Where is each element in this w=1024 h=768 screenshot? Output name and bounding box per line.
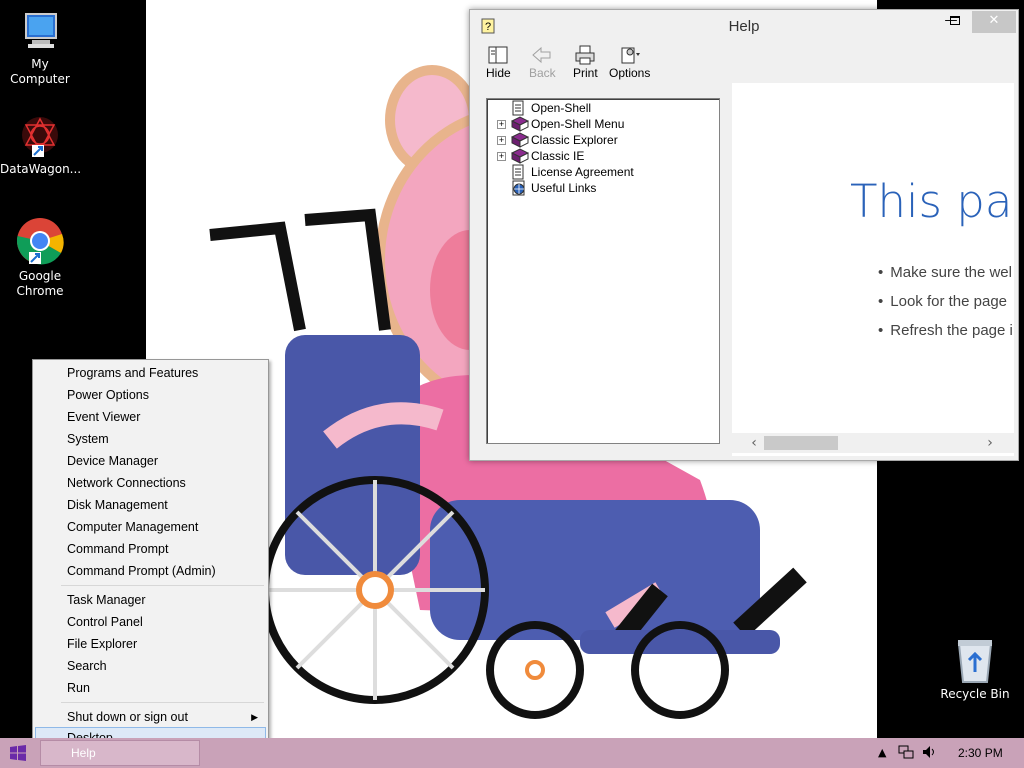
- windows-logo-icon: [10, 745, 26, 761]
- help-content-pane[interactable]: This pag Make sure the wel Look for the …: [732, 83, 1014, 456]
- winx-context-menu: Programs and Features Power Options Even…: [32, 359, 269, 752]
- menu-item-programs-and-features[interactable]: Programs and Features: [35, 362, 266, 384]
- hide-icon: [488, 46, 508, 64]
- menu-item-label: Shut down or sign out: [67, 710, 188, 724]
- menu-item-command-prompt-admin[interactable]: Command Prompt (Admin): [35, 560, 266, 582]
- scroll-right-icon[interactable]: ›: [980, 433, 1000, 453]
- expand-icon[interactable]: +: [497, 120, 506, 129]
- printer-icon: [575, 45, 595, 65]
- chrome-icon: [16, 218, 64, 265]
- menu-separator: [61, 585, 264, 586]
- submenu-arrow-icon: ▶: [251, 712, 258, 722]
- suggestion-list: Make sure the wel Look for the page Refr…: [878, 264, 1013, 351]
- back-label: Back: [529, 66, 556, 80]
- menu-item-device-manager[interactable]: Device Manager: [35, 450, 266, 472]
- menu-item-search[interactable]: Search: [35, 655, 266, 677]
- options-icon: [621, 47, 640, 64]
- start-button[interactable]: [10, 745, 26, 764]
- title-bar[interactable]: ? Help — ✕: [470, 10, 1018, 42]
- desktop-icon-label: Google Chrome: [16, 269, 64, 298]
- tree-item-label: Classic Explorer: [531, 133, 618, 147]
- options-label: Options: [609, 66, 651, 80]
- close-icon: ✕: [988, 13, 1000, 28]
- tree-item-label: License Agreement: [531, 165, 634, 179]
- desktop-icon-label: My Computer: [10, 57, 70, 86]
- menu-item-shut-down-or-sign-out[interactable]: Shut down or sign out ▶: [35, 706, 266, 728]
- volume-icon[interactable]: [922, 745, 938, 762]
- tree-item-label: Open-Shell: [531, 101, 592, 115]
- maximize-icon: [950, 16, 960, 25]
- menu-item-event-viewer[interactable]: Event Viewer: [35, 406, 266, 428]
- desktop-icon-label: Recycle Bin: [940, 687, 1010, 701]
- back-arrow-icon: [532, 46, 551, 64]
- menu-item-network-connections[interactable]: Network Connections: [35, 472, 266, 494]
- datawagon-icon: [22, 117, 58, 157]
- menu-item-task-manager[interactable]: Task Manager: [35, 589, 266, 611]
- options-button[interactable]: Options: [609, 45, 650, 80]
- error-heading: This pag: [850, 175, 1014, 228]
- tree-item-label: Classic IE: [531, 149, 585, 163]
- menu-separator: [61, 702, 264, 703]
- back-button[interactable]: Back: [529, 45, 556, 80]
- show-hidden-icons-icon[interactable]: ▲: [878, 746, 886, 759]
- menu-item-system[interactable]: System: [35, 428, 266, 450]
- menu-item-disk-management[interactable]: Disk Management: [35, 494, 266, 516]
- suggestion-item: Make sure the wel: [878, 264, 1013, 293]
- desktop-icon-my-computer[interactable]: My Computer: [0, 10, 80, 87]
- desktop-icon-label: DataWagon...: [0, 162, 82, 176]
- menu-item-power-options[interactable]: Power Options: [35, 384, 266, 406]
- print-button[interactable]: Print: [573, 45, 598, 80]
- network-icon[interactable]: [898, 745, 914, 762]
- taskbar-clock[interactable]: 2:30 PM: [958, 746, 1003, 760]
- expand-icon[interactable]: +: [497, 152, 506, 161]
- menu-item-command-prompt[interactable]: Command Prompt: [35, 538, 266, 560]
- expand-icon[interactable]: +: [497, 136, 506, 145]
- help-window[interactable]: ? Help — ✕ Hide Back Print Options Open-…: [469, 9, 1019, 461]
- maximize-button[interactable]: [942, 11, 968, 33]
- menu-item-run[interactable]: Run: [35, 677, 266, 699]
- recycle-bin-icon: [957, 640, 993, 683]
- hide-label: Hide: [486, 66, 511, 80]
- suggestion-item: Look for the page: [878, 293, 1013, 322]
- window-title: Help: [728, 18, 760, 35]
- menu-item-control-panel[interactable]: Control Panel: [35, 611, 266, 633]
- print-label: Print: [573, 66, 598, 80]
- tree-item-label: Useful Links: [531, 181, 597, 195]
- taskbar: Help ▲ 2:30 PM: [0, 738, 1024, 768]
- menu-item-computer-management[interactable]: Computer Management: [35, 516, 266, 538]
- desktop-icon-google-chrome[interactable]: Google Chrome: [0, 216, 80, 299]
- scroll-left-icon[interactable]: ‹: [744, 433, 764, 453]
- hide-button[interactable]: Hide: [486, 45, 511, 80]
- taskbar-button-label: Help: [71, 746, 96, 760]
- globe-page-icon: [511, 180, 527, 200]
- tree-item-label: Open-Shell Menu: [531, 117, 625, 131]
- close-button[interactable]: ✕: [972, 11, 1016, 33]
- desktop-icon-recycle-bin[interactable]: Recycle Bin: [935, 638, 1015, 702]
- horizontal-scrollbar[interactable]: ‹ ›: [732, 433, 1014, 453]
- menu-item-file-explorer[interactable]: File Explorer: [35, 633, 266, 655]
- taskbar-button-help[interactable]: Help: [40, 740, 200, 766]
- scroll-thumb[interactable]: [764, 436, 838, 450]
- desktop-icon-datawagon[interactable]: DataWagon...: [0, 115, 82, 177]
- contents-tree[interactable]: Open-Shell + Open-Shell Menu + Classic E…: [486, 98, 720, 444]
- computer-icon: [25, 13, 57, 48]
- suggestion-item: Refresh the page i: [878, 322, 1013, 351]
